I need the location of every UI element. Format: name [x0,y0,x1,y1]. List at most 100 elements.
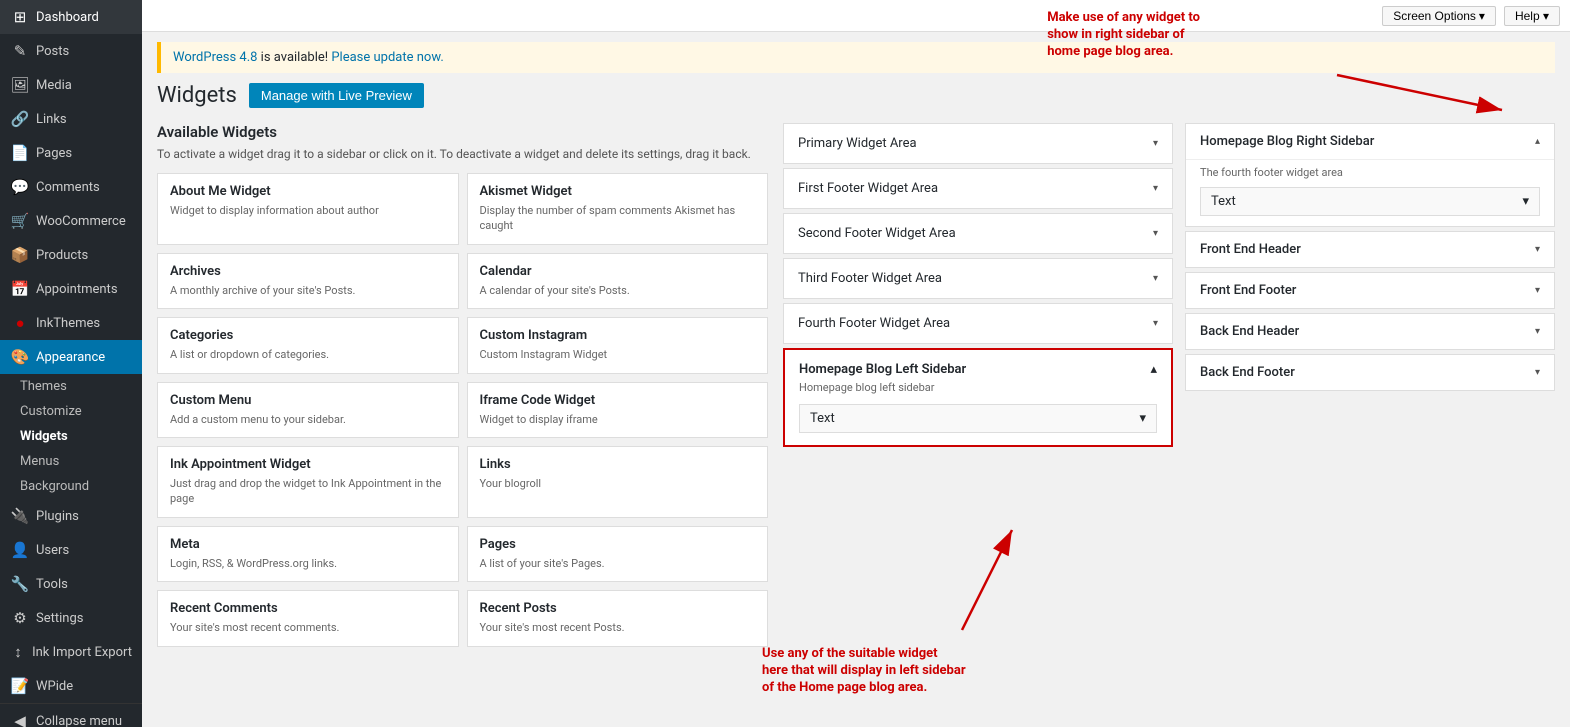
widget-box-links[interactable]: Links Your blogroll [467,446,769,518]
chevron-down-icon: ▾ [1535,367,1540,378]
sidebar-item-links[interactable]: 🔗 Links [0,102,142,136]
sidebar-item-settings[interactable]: ⚙ Settings [0,601,142,635]
widget-box-custom-menu[interactable]: Custom Menu Add a custom menu to your si… [157,382,459,438]
sidebar-item-wpide[interactable]: 📝 WPide [0,669,142,703]
widget-box-custom-instagram[interactable]: Custom Instagram Custom Instagram Widget [467,317,769,373]
users-icon: 👤 [10,541,30,559]
settings-icon: ⚙ [10,609,30,627]
widget-title: Recent Comments [170,601,446,616]
sidebar-item-users[interactable]: 👤 Users [0,533,142,567]
sidebar-label: Media [36,78,72,93]
widget-box-meta[interactable]: Meta Login, RSS, & WordPress.org links. [157,526,459,582]
sidebar-item-products[interactable]: 📦 Products [0,238,142,272]
widget-area-fourth-footer[interactable]: Fourth Footer Widget Area ▾ [783,303,1173,344]
widget-title: Archives [170,264,446,279]
widget-box-ink-appointment[interactable]: Ink Appointment Widget Just drag and dro… [157,446,459,518]
widget-area-primary[interactable]: Primary Widget Area ▾ [783,123,1173,164]
widget-desc: A monthly archive of your site's Posts. [170,283,446,298]
posts-icon: ✎ [10,42,30,60]
sidebar-widget-header-front-end-footer[interactable]: Front End Footer ▾ [1186,273,1554,308]
widget-title: Iframe Code Widget [480,393,756,408]
widget-desc: A list or dropdown of categories. [170,347,446,362]
widget-box-categories[interactable]: Categories A list or dropdown of categor… [157,317,459,373]
sidebar-label: Dashboard [36,10,99,25]
sidebar-label: Users [36,543,69,558]
widget-area-first-footer[interactable]: First Footer Widget Area ▾ [783,168,1173,209]
sidebar-text-dropdown[interactable]: Text ▾ [1200,187,1540,216]
topbar: Screen Options ▾ Help ▾ [142,0,1570,32]
widget-title: Categories [170,328,446,343]
widget-box-recent-posts[interactable]: Recent Posts Your site's most recent Pos… [467,590,769,646]
sidebar-item-appearance[interactable]: 🎨 Appearance [0,340,142,374]
appointments-icon: 📅 [10,280,30,298]
sidebar-sub-customize[interactable]: Customize [0,399,142,424]
appearance-icon: 🎨 [10,348,30,366]
widget-title: Links [480,457,756,472]
inkthemes-icon: ● [10,314,30,332]
widget-title: Meta [170,537,446,552]
update-link[interactable]: WordPress 4.8 [173,50,257,65]
sidebar-item-woocommerce[interactable]: 🛒 WooCommerce [0,204,142,238]
sidebar-sub-themes[interactable]: Themes [0,374,142,399]
sidebar-sub-background[interactable]: Background [0,474,142,499]
sidebar-item-plugins[interactable]: 🔌 Plugins [0,499,142,533]
collapse-menu-button[interactable]: ◀ Collapse menu [0,704,142,727]
dashboard-icon: ⊞ [10,8,30,26]
sidebar-widget-header-back-end-header[interactable]: Back End Header ▾ [1186,314,1554,349]
sidebar-item-media[interactable]: 🖼 Media [0,68,142,102]
widget-area-homepage-left: Homepage Blog Left Sidebar ▴ Homepage bl… [783,348,1173,447]
sidebar-item-pages[interactable]: 📄 Pages [0,136,142,170]
chevron-down-icon: ▾ [1139,411,1146,426]
homepage-left-subtitle: Homepage blog left sidebar [799,381,1157,394]
sidebar-item-posts[interactable]: ✎ Posts [0,34,142,68]
chevron-down-icon: ▾ [1153,273,1158,284]
widget-title: Calendar [480,264,756,279]
sidebar-label: Posts [36,44,69,59]
manage-live-preview-button[interactable]: Manage with Live Preview [249,83,424,108]
media-icon: 🖼 [10,76,30,94]
widget-box-recent-comments[interactable]: Recent Comments Your site's most recent … [157,590,459,646]
sidebar-label: InkThemes [36,316,100,331]
chevron-down-icon: ▾ [1153,318,1158,329]
dropdown-text: Text [1211,194,1236,209]
please-update-link[interactable]: Please update now. [331,50,443,65]
sidebar-label: WooCommerce [36,214,126,229]
sidebar-sub-menus[interactable]: Menus [0,449,142,474]
sidebar-label: Products [36,248,88,263]
widget-box-iframe[interactable]: Iframe Code Widget Widget to display ifr… [467,382,769,438]
widget-box-akismet[interactable]: Akismet Widget Display the number of spa… [467,173,769,245]
sidebar-item-appointments[interactable]: 📅 Appointments [0,272,142,306]
widget-box-pages[interactable]: Pages A list of your site's Pages. [467,526,769,582]
main-content: Screen Options ▾ Help ▾ WordPress 4.8 is… [142,0,1570,727]
sidebar-widget-header-back-end-footer[interactable]: Back End Footer ▾ [1186,355,1554,390]
sidebar-item-comments[interactable]: 💬 Comments [0,170,142,204]
widget-title: About Me Widget [170,184,446,199]
sidebar-item-tools[interactable]: 🔧 Tools [0,567,142,601]
sidebar-sub-widgets[interactable]: Widgets [0,424,142,449]
sidebar-widget-header-front-end-header[interactable]: Front End Header ▾ [1186,232,1554,267]
available-widgets-desc: To activate a widget drag it to a sideba… [157,147,768,161]
homepage-left-text-dropdown[interactable]: Text ▾ [799,404,1157,433]
sidebar-item-inkthemes[interactable]: ● InkThemes [0,306,142,340]
widget-area-second-footer[interactable]: Second Footer Widget Area ▾ [783,213,1173,254]
help-button[interactable]: Help ▾ [1504,6,1560,26]
widget-area-third-footer[interactable]: Third Footer Widget Area ▾ [783,258,1173,299]
widget-desc: A calendar of your site's Posts. [480,283,756,298]
sidebar-label: Pages [36,146,72,161]
content-area: WordPress 4.8 is available! Please updat… [142,32,1570,727]
sidebar-item-ink-import-export[interactable]: ↕ Ink Import Export [0,635,142,669]
widget-desc: Add a custom menu to your sidebar. [170,412,446,427]
widget-area-label: Fourth Footer Widget Area [798,316,950,331]
sidebar-widget-title: Homepage Blog Right Sidebar [1200,134,1374,149]
widget-box-calendar[interactable]: Calendar A calendar of your site's Posts… [467,253,769,309]
screen-options-button[interactable]: Screen Options ▾ [1382,6,1496,26]
sidebar-label: WPide [36,679,73,694]
widget-title: Akismet Widget [480,184,756,199]
collapse-menu-label: Collapse menu [36,714,122,727]
sidebar-widget-header-homepage-right[interactable]: Homepage Blog Right Sidebar ▴ [1186,124,1554,159]
sidebar-item-dashboard[interactable]: ⊞ Dashboard [0,0,142,34]
sidebar-label: Tools [36,577,68,592]
sidebars-column: Homepage Blog Right Sidebar ▴ The fourth… [1185,123,1555,717]
widget-box-archives[interactable]: Archives A monthly archive of your site'… [157,253,459,309]
widget-box-about-me[interactable]: About Me Widget Widget to display inform… [157,173,459,245]
